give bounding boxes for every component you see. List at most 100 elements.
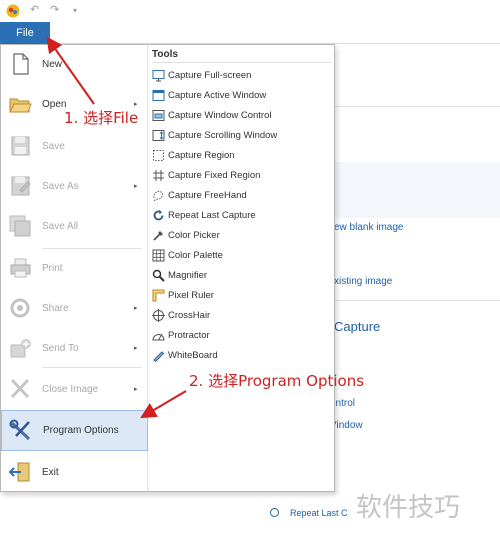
menu-label-print: Print xyxy=(42,262,63,274)
tool-capture-full-screen[interactable]: Capture Full-screen xyxy=(152,66,332,85)
save-as-icon xyxy=(11,176,31,196)
eyedropper-icon xyxy=(153,231,163,241)
protractor-icon xyxy=(152,333,165,341)
magnifier-icon xyxy=(152,269,165,282)
menu-label-open: Open xyxy=(42,98,67,110)
crosshair-icon xyxy=(152,309,165,322)
menu-label-send-to: Send To xyxy=(42,342,79,354)
ruler-icon xyxy=(152,289,165,302)
save-all-icon xyxy=(9,215,31,237)
menu-item-exit[interactable]: Exit xyxy=(1,453,148,491)
tool-capture-fixed-region[interactable]: Capture Fixed Region xyxy=(152,166,332,185)
close-icon xyxy=(10,378,30,399)
fixed-region-icon xyxy=(153,170,164,181)
tool-color-picker[interactable]: Color Picker xyxy=(152,226,332,245)
save-icon xyxy=(11,136,30,156)
tool-label: Color Palette xyxy=(168,250,223,261)
tool-protractor[interactable]: Protractor xyxy=(152,326,332,345)
menu-item-share[interactable]: Share ▸ xyxy=(1,289,148,327)
title-bar: ↶ ↷ ▾ xyxy=(0,0,500,22)
menu-label-program-options: Program Options xyxy=(43,425,119,436)
pen-icon xyxy=(153,351,165,362)
tool-repeat-last-capture[interactable]: Repeat Last Capture xyxy=(152,206,332,225)
tool-label: Capture Full-screen xyxy=(168,70,252,81)
background-divider xyxy=(334,300,500,301)
tool-magnifier[interactable]: Magnifier xyxy=(152,266,332,285)
menu-item-print[interactable]: Print xyxy=(1,249,148,287)
menu-label-save-all: Save All xyxy=(42,220,79,232)
start-page-background: ew blank image xisting image Capture ont… xyxy=(330,44,500,542)
menu-label-exit: Exit xyxy=(42,466,59,478)
watermark: 软件技巧 xyxy=(356,493,461,523)
background-divider xyxy=(334,106,500,107)
annotation-step2: 2. 选择Program Options xyxy=(189,372,365,390)
tool-label: Capture Active Window xyxy=(168,90,267,101)
active-window-icon xyxy=(152,90,165,101)
tool-crosshair[interactable]: CrossHair xyxy=(152,306,332,325)
exit-icon xyxy=(8,462,30,482)
menu-item-program-options[interactable]: Program Options xyxy=(1,410,148,451)
submenu-arrow-icon: ▸ xyxy=(134,305,138,312)
tool-color-palette[interactable]: Color Palette xyxy=(152,246,332,265)
menu-label-share: Share xyxy=(42,302,69,314)
submenu-arrow-icon: ▸ xyxy=(134,386,138,393)
file-menu: New Open ▸ Save Save As ▸ Save All Print xyxy=(0,44,335,492)
tool-label: WhiteBoard xyxy=(168,350,218,361)
tool-capture-active-window[interactable]: Capture Active Window xyxy=(152,86,332,105)
tool-capture-freehand[interactable]: Capture FreeHand xyxy=(152,186,332,205)
printer-icon xyxy=(10,258,31,278)
send-to-icon xyxy=(10,339,31,358)
menu-item-save-all[interactable]: Save All xyxy=(1,207,148,245)
customize-quick-access-icon[interactable]: ▾ xyxy=(73,6,77,15)
tool-label: Pixel Ruler xyxy=(168,290,214,301)
region-icon xyxy=(153,150,164,161)
tool-label: Capture FreeHand xyxy=(168,190,247,201)
repeat-last-capture-link[interactable]: Repeat Last C xyxy=(290,508,348,518)
menu-label-close-image: Close Image xyxy=(42,383,99,395)
tool-capture-region[interactable]: Capture Region xyxy=(152,146,332,165)
capture-section-title: Capture xyxy=(334,319,381,334)
tool-capture-scrolling-window[interactable]: Capture Scrolling Window xyxy=(152,126,332,145)
tool-capture-window-control[interactable]: Capture Window Control xyxy=(152,106,332,125)
wrench-screwdriver-icon xyxy=(9,419,31,441)
file-tab[interactable]: File xyxy=(0,22,50,44)
menu-item-new[interactable]: New xyxy=(1,45,148,83)
menu-item-save-as[interactable]: Save As ▸ xyxy=(1,167,148,205)
tools-heading: Tools xyxy=(152,49,178,60)
tool-label: Protractor xyxy=(168,330,210,341)
freehand-icon xyxy=(153,190,163,202)
menu-item-close-image[interactable]: Close Image ▸ xyxy=(1,370,148,408)
menu-label-new: New xyxy=(42,58,63,70)
tool-label: Magnifier xyxy=(168,270,208,281)
window-control-icon xyxy=(152,110,165,121)
menu-separator xyxy=(42,367,142,368)
app-logo-icon xyxy=(6,4,20,18)
redo-icon[interactable]: ↷ xyxy=(50,3,59,16)
submenu-arrow-icon: ▸ xyxy=(134,183,138,190)
tool-label: Capture Fixed Region xyxy=(168,170,261,181)
open-existing-image-link[interactable]: xisting image xyxy=(334,276,392,287)
background-band xyxy=(334,162,500,218)
tool-label: Capture Scrolling Window xyxy=(168,130,278,141)
tool-pixel-ruler[interactable]: Pixel Ruler xyxy=(152,286,332,305)
menu-item-save[interactable]: Save xyxy=(1,127,148,165)
new-blank-image-link[interactable]: ew blank image xyxy=(334,222,403,233)
submenu-arrow-icon: ▸ xyxy=(134,345,138,352)
tool-label: Color Picker xyxy=(168,230,220,241)
ribbon-tab-strip xyxy=(0,22,500,44)
tool-label: Repeat Last Capture xyxy=(168,210,256,221)
menu-label-save-as: Save As xyxy=(42,180,79,192)
scrolling-window-icon xyxy=(152,130,165,141)
repeat-icon xyxy=(153,210,164,221)
tool-label: Capture Window Control xyxy=(168,110,272,121)
menu-label-save: Save xyxy=(42,140,65,152)
undo-icon[interactable]: ↶ xyxy=(30,3,39,16)
open-folder-icon xyxy=(9,98,32,113)
palette-grid-icon xyxy=(152,249,165,262)
share-icon xyxy=(10,298,30,318)
tool-label: CrossHair xyxy=(168,310,211,321)
tool-whiteboard[interactable]: WhiteBoard xyxy=(152,346,332,365)
monitor-icon xyxy=(152,70,165,82)
menu-item-send-to[interactable]: Send To ▸ xyxy=(1,329,148,367)
tools-divider xyxy=(152,62,332,63)
